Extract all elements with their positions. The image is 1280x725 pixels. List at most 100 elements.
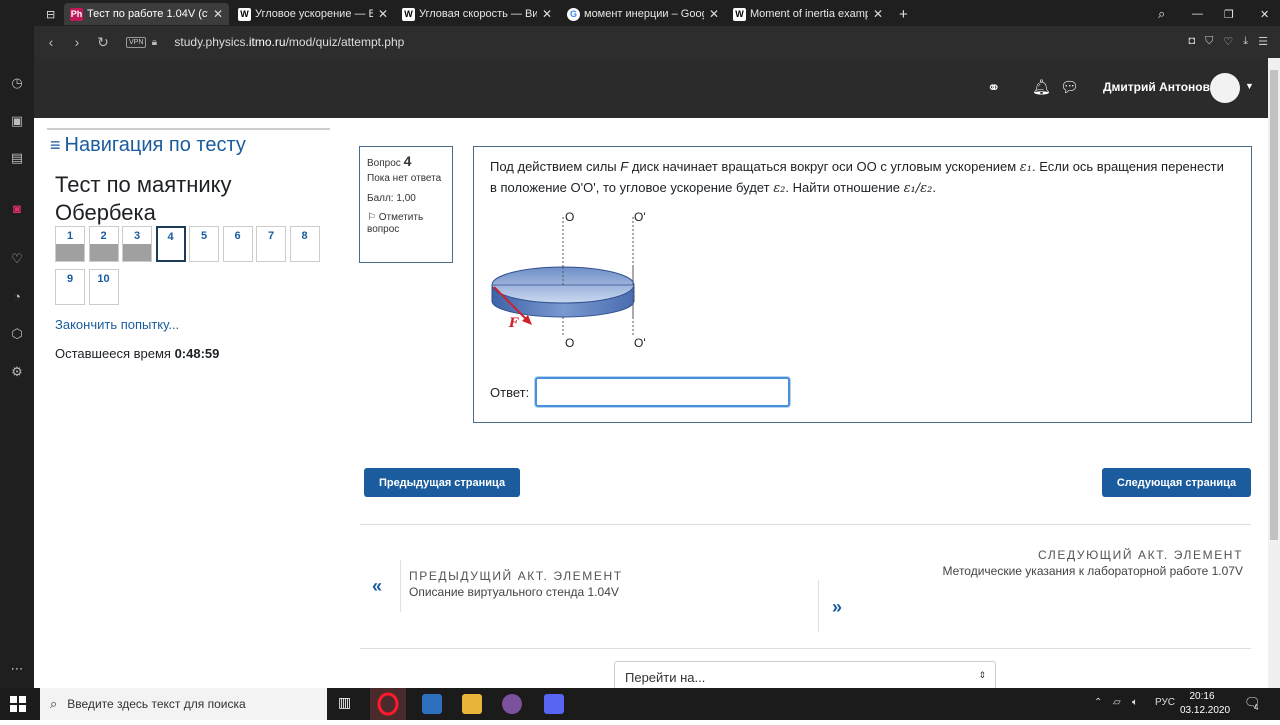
more-icon[interactable]: ⋯ — [8, 660, 26, 678]
lock-icon[interactable]: 🔒︎ — [146, 37, 162, 48]
close-icon[interactable]: ✕ — [378, 7, 388, 21]
close-icon[interactable]: ✕ — [213, 7, 223, 21]
volume-icon[interactable]: 🔈︎ — [1132, 697, 1138, 708]
calculator-icon[interactable] — [422, 694, 442, 714]
shield-icon[interactable]: ⛉ — [1205, 35, 1213, 48]
workspaces-icon[interactable]: ▣ — [8, 112, 26, 130]
question-button-status — [291, 244, 319, 261]
scrollbar-thumb[interactable] — [1270, 70, 1278, 540]
question-button[interactable]: 4 — [155, 226, 186, 262]
back-icon[interactable]: ‹ — [38, 34, 64, 50]
network-icon[interactable]: ▱ — [1113, 697, 1121, 708]
tab-moment-of-inertia[interactable]: W Moment of inertia example ✕ — [727, 3, 889, 25]
easy-setup-icon[interactable]: ☰ — [1258, 35, 1268, 48]
close-icon[interactable]: ✕ — [709, 7, 719, 21]
next-activity-link[interactable]: Методические указания к лабораторной раб… — [943, 564, 1243, 578]
instagram-icon[interactable]: ◙ — [8, 200, 26, 218]
divider — [818, 580, 819, 632]
vpn-badge[interactable]: VPN — [126, 36, 147, 48]
answer-field[interactable] — [535, 377, 790, 407]
question-number-label: Вопрос — [367, 158, 401, 169]
tab-island-icon[interactable]: ⊟ — [40, 3, 58, 25]
question-number: Вопрос 4 — [367, 153, 445, 169]
new-tab-icon[interactable]: + — [893, 3, 913, 25]
language-indicator[interactable]: РУС — [1155, 697, 1175, 708]
window-close-icon[interactable]: ✕ — [1254, 3, 1274, 25]
question-button-number: 9 — [66, 273, 74, 285]
history-icon[interactable]: ◔ — [8, 288, 26, 306]
tab-angular-acceleration[interactable]: W Угловое ускорение — Вики ✕ — [232, 3, 394, 25]
windows-start-icon[interactable] — [10, 696, 26, 712]
search-tabs-icon[interactable]: ⌕ — [1152, 3, 1172, 25]
question-button[interactable]: 2 — [88, 226, 119, 262]
question-button[interactable]: 8 — [289, 226, 320, 262]
twitch-icon[interactable]: ▤ — [8, 149, 26, 167]
viber-icon[interactable] — [502, 694, 522, 714]
question-button[interactable]: 10 — [88, 269, 119, 305]
user-name[interactable]: Дмитрий Антонов — [1103, 80, 1210, 94]
notification-bell-icon[interactable]: 🔔︎ — [1032, 78, 1051, 96]
clock[interactable]: 20:16 03.12.2020 — [1180, 690, 1230, 718]
jump-to-select[interactable]: Перейти на... ⇕ — [614, 661, 996, 691]
chevron-down-icon[interactable]: ▼ — [1245, 81, 1254, 91]
prev-activity-label: ПРЕДЫДУЩИЙ АКТ. ЭЛЕМЕНТ — [409, 569, 623, 583]
flag-icon: ⚐ — [367, 212, 376, 223]
nav-block-border — [47, 128, 330, 130]
previous-page-button[interactable]: Предыдущая страница — [364, 468, 520, 497]
url-field[interactable]: study.physics.itmo.ru/mod/quiz/attempt.p… — [174, 35, 404, 49]
tab-title: Угловое ускорение — Вики — [255, 8, 373, 20]
avatar[interactable] — [1210, 73, 1240, 103]
extensions-icon[interactable]: ⬡ — [8, 325, 26, 343]
double-chevron-left-icon[interactable]: « — [372, 576, 382, 597]
speed-dial-icon[interactable]: ◷ — [8, 74, 26, 92]
tab-title: Угловая скорость — Вики — [419, 8, 537, 20]
discord-icon[interactable] — [544, 694, 564, 714]
question-button-status — [56, 287, 84, 304]
link-icon[interactable]: ⚭ — [987, 78, 1000, 98]
opera-taskbar-icon[interactable] — [370, 688, 406, 720]
taskbar-search[interactable]: ⌕ Введите здесь текст для поиска — [40, 688, 327, 720]
file-explorer-icon[interactable] — [462, 694, 482, 714]
forward-icon[interactable]: › — [64, 34, 90, 50]
question-button-status — [190, 244, 218, 261]
question-button-number: 10 — [97, 273, 110, 285]
quiz-navigation-title[interactable]: ≡ Навигация по тесту — [50, 134, 246, 157]
question-button[interactable]: 6 — [222, 226, 253, 262]
axis-label-o-prime-bottom: O' — [634, 336, 646, 350]
tab-quiz[interactable]: Ph Тест по работе 1.04V (стра ✕ — [64, 3, 229, 25]
reload-icon[interactable]: ↻ — [90, 34, 116, 51]
maximize-icon[interactable]: ❐ — [1218, 3, 1238, 25]
question-button[interactable]: 7 — [256, 226, 286, 262]
question-button-status — [89, 244, 118, 261]
question-button[interactable]: 3 — [122, 226, 152, 262]
task-view-icon[interactable]: ▥ — [338, 694, 358, 714]
tab-angular-velocity[interactable]: W Угловая скорость — Вики ✕ — [396, 3, 558, 25]
heart-icon[interactable]: ♡ — [1223, 35, 1233, 48]
double-chevron-right-icon[interactable]: » — [832, 597, 842, 618]
flag-question-button[interactable]: ⚐ Отметить вопрос — [367, 212, 445, 236]
question-grade: Балл: 1,00 — [367, 193, 416, 204]
close-icon[interactable]: ✕ — [542, 7, 552, 21]
jump-to-placeholder: Перейти на... — [625, 670, 706, 685]
camera-icon[interactable]: ◘ — [1188, 35, 1195, 48]
notifications-count: 4 — [1254, 703, 1259, 712]
messages-icon[interactable]: 💬︎ — [1060, 78, 1079, 96]
minimize-icon[interactable]: — — [1186, 3, 1206, 25]
question-button[interactable]: 5 — [189, 226, 219, 262]
my-flow-icon[interactable]: ♡ — [8, 250, 26, 268]
answer-label: Ответ: — [490, 385, 530, 400]
tab-google[interactable]: G момент инерции – Google ✕ — [561, 3, 725, 25]
question-button-number: 3 — [133, 230, 141, 242]
next-page-button[interactable]: Следующая страница — [1102, 468, 1251, 497]
settings-icon[interactable]: ⚙ — [8, 363, 26, 381]
select-caret-icon: ⇕ — [978, 670, 986, 680]
tray-expand-icon[interactable]: ⌃ — [1094, 697, 1102, 708]
download-icon[interactable]: ⤓ — [1243, 35, 1248, 48]
question-button[interactable]: 9 — [55, 269, 85, 305]
prev-activity-link[interactable]: Описание виртуального стенда 1.04V — [409, 585, 619, 599]
question-button[interactable]: 1 — [55, 226, 85, 262]
question-button-status — [123, 244, 151, 261]
page-scrollbar[interactable] — [1268, 58, 1280, 688]
finish-attempt-link[interactable]: Закончить попытку... — [55, 317, 179, 332]
close-icon[interactable]: ✕ — [873, 7, 883, 21]
